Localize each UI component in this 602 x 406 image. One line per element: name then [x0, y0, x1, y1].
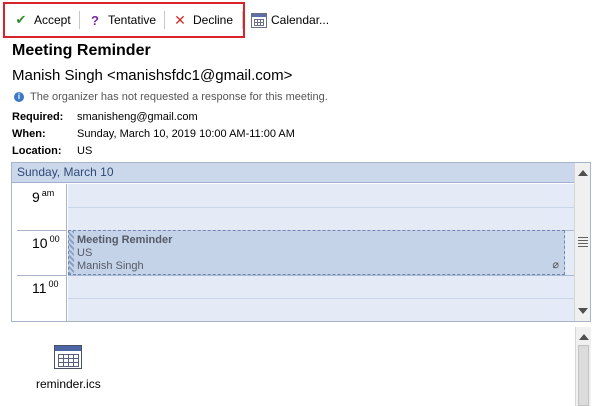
sender-name[interactable]: Manish Singh <manishsfdc1@gmail.com>	[12, 67, 292, 84]
calendar-scrollbar[interactable]	[574, 163, 590, 321]
accept-label: Accept	[34, 13, 71, 27]
required-label: Required:	[12, 111, 64, 123]
decline-button[interactable]: ✕ Decline	[172, 10, 233, 30]
scroll-thumb-grip[interactable]	[578, 237, 588, 247]
location-label: Location:	[12, 145, 62, 157]
info-text: The organizer has not requested a respon…	[30, 91, 328, 103]
x-icon: ✕	[174, 11, 186, 28]
body-scrollbar[interactable]	[575, 327, 591, 406]
appointment-organizer: Manish Singh	[77, 260, 144, 272]
decline-label: Decline	[193, 13, 234, 27]
tentative-button[interactable]: ? Tentative	[87, 10, 156, 30]
attachment-area: reminder.ics	[0, 325, 602, 406]
attachment-filename[interactable]: reminder.ics	[36, 377, 101, 391]
required-value[interactable]: smanisheng@gmail.com	[77, 111, 198, 123]
hour-divider	[17, 230, 67, 231]
half-hour-line	[68, 298, 574, 299]
location-value: US	[77, 145, 93, 157]
meeting-subject: Meeting Reminder	[12, 42, 151, 59]
paperclip-icon: ⌀	[552, 259, 559, 271]
appointment-title: Meeting Reminder	[77, 234, 173, 246]
hour-label-9: 9 am	[32, 188, 55, 205]
checkmark-icon: ✔	[15, 12, 27, 27]
time-slot-grid[interactable]: Meeting Reminder US Manish Singh ⌀	[68, 184, 574, 321]
scroll-up-arrow-icon[interactable]	[579, 334, 589, 340]
hour-label-11: 11 00	[32, 279, 59, 296]
accept-button[interactable]: ✔ Accept	[13, 10, 71, 30]
tentative-stripe	[69, 231, 74, 274]
hour-label-10: 10 00	[32, 234, 60, 251]
response-toolbar: ✔ Accept ? Tentative ✕ Decline Calendar.…	[0, 0, 602, 40]
when-value: Sunday, March 10, 2019 10:00 AM-11:00 AM	[77, 128, 295, 140]
toolbar-separator	[164, 11, 165, 29]
appointment-location: US	[77, 247, 93, 259]
calendar-icon	[251, 12, 267, 28]
scroll-thumb[interactable]	[578, 345, 589, 406]
scroll-up-arrow-icon[interactable]	[578, 170, 588, 176]
calendar-button[interactable]: Calendar...	[251, 10, 329, 30]
half-hour-line	[68, 207, 574, 208]
calendar-preview: Sunday, March 10 9 am 10 00 11 00 Meeting R…	[11, 162, 591, 322]
appointment-block[interactable]: Meeting Reminder US Manish Singh ⌀	[68, 230, 565, 275]
calendar-label: Calendar...	[271, 13, 330, 27]
calendar-date-header: Sunday, March 10	[12, 163, 574, 183]
toolbar-separator	[79, 11, 80, 29]
when-label: When:	[12, 128, 46, 140]
info-icon: i	[14, 92, 24, 102]
info-bar: i The organizer has not requested a resp…	[14, 91, 328, 103]
toolbar-separator	[242, 11, 243, 29]
time-column: 9 am 10 00 11 00	[12, 184, 67, 321]
tentative-label: Tentative	[108, 13, 157, 27]
hour-divider	[17, 275, 67, 276]
question-mark-icon: ?	[91, 12, 99, 28]
calendar-file-icon[interactable]	[54, 345, 82, 369]
hour-line	[68, 275, 574, 276]
scroll-down-arrow-icon[interactable]	[578, 308, 588, 314]
